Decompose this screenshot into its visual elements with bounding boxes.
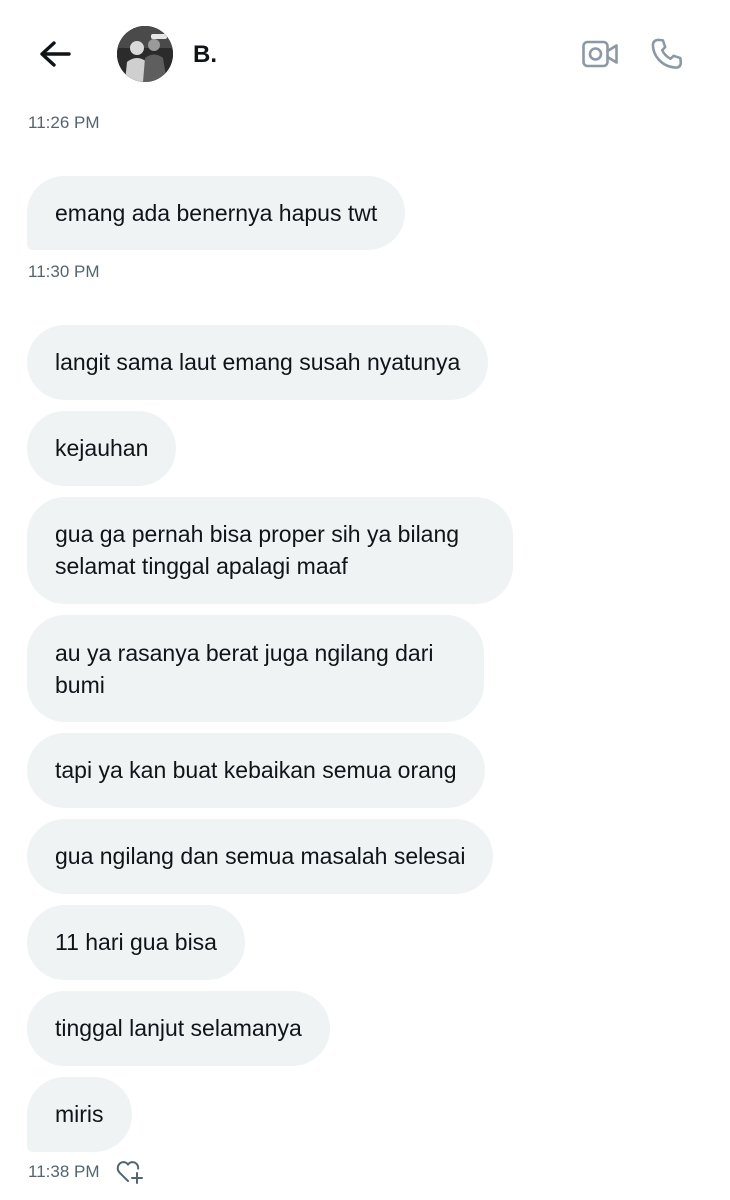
message-bubble[interactable]: gua ngilang dan semua masalah selesai [27,819,494,894]
timestamp: 11:30 PM [28,262,100,281]
message-bubble[interactable]: kejauhan [27,411,177,486]
timestamp: 11:26 PM [28,113,100,132]
message-bubble[interactable]: 11 hari gua bisa [27,905,245,980]
chat-header: B. [0,0,730,110]
phone-call-button[interactable] [645,32,689,76]
back-button[interactable] [32,34,78,74]
phone-call-icon [651,38,683,69]
message-bubble[interactable]: miris [27,1077,132,1152]
message-bubble[interactable]: au ya rasanya berat juga ngilang dari bu… [27,615,484,722]
video-call-button[interactable] [578,34,622,74]
video-call-icon [582,40,618,68]
message-bubble[interactable]: tapi ya kan buat kebaikan semua orang [27,733,485,808]
message-bubble[interactable]: langit sama laut emang susah nyatunya [27,325,489,400]
contact-name[interactable]: B. [193,40,217,70]
message-bubble[interactable]: emang ada benernya hapus twt [27,176,406,250]
arrow-left-icon [40,41,71,67]
heart-plus-icon [116,1161,143,1184]
add-reaction-button[interactable] [115,1158,145,1186]
message-bubble[interactable]: gua ga pernah bisa proper sih ya bilang … [27,497,513,604]
avatar[interactable] [117,26,173,82]
message-bubble[interactable]: tinggal lanjut selamanya [27,991,330,1066]
timestamp: 11:38 PM [28,1162,100,1181]
